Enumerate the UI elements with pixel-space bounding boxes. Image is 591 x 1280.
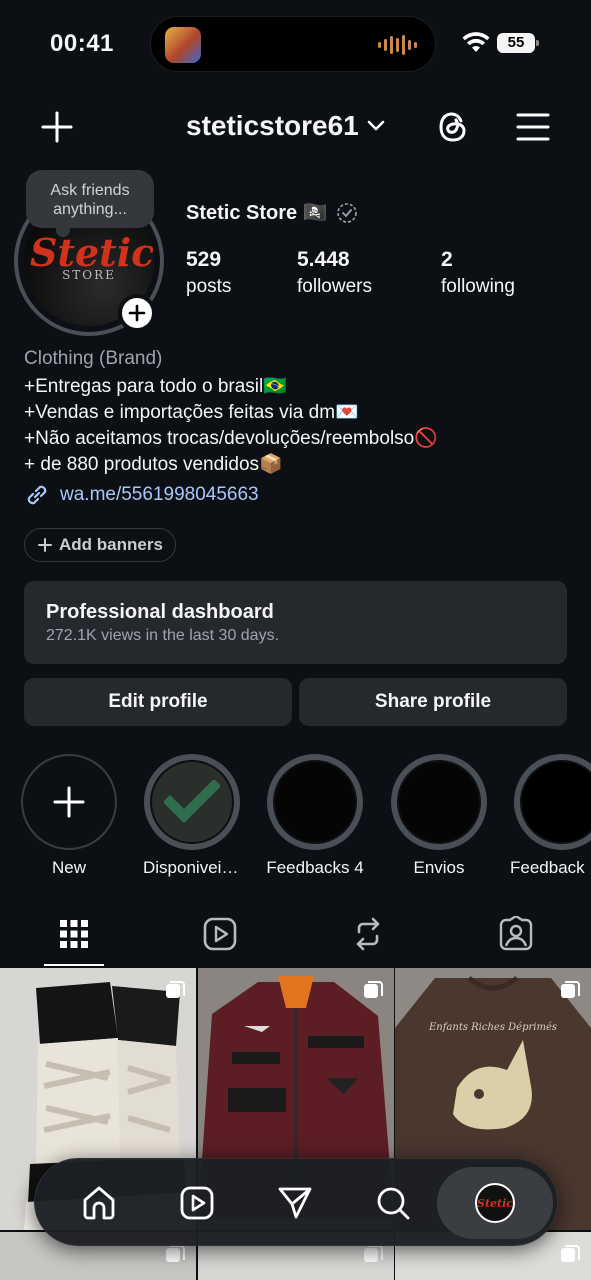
status-time: 00:41 [50, 30, 114, 57]
profile-category: Clothing (Brand) [24, 348, 163, 369]
now-playing-app-icon[interactable] [165, 27, 201, 63]
profile-link[interactable]: wa.me/5561998045663 [24, 482, 259, 508]
avatar-sub: STORE [62, 268, 116, 282]
multi-post-icon [364, 1245, 383, 1262]
tab-tagged[interactable] [496, 914, 536, 954]
dynamic-island[interactable] [150, 16, 436, 72]
wifi-icon [462, 32, 490, 52]
highlight-cover [399, 762, 479, 842]
threads-icon[interactable] [434, 108, 472, 146]
stat-posts[interactable]: 529 posts [186, 248, 231, 298]
highlight-ring [514, 754, 591, 850]
highlight-label: Feedbacks 4 [266, 858, 364, 877]
multi-post-icon [166, 1245, 185, 1262]
plus-icon [53, 786, 85, 818]
stat-value: 2 [441, 248, 453, 271]
share-profile-button[interactable]: Share profile [299, 678, 567, 726]
multi-post-icon [561, 1245, 580, 1262]
plus-icon [128, 304, 146, 322]
highlight-label: New [51, 858, 86, 877]
multi-post-icon [561, 981, 580, 998]
bottom-nav: Stetic [34, 1158, 558, 1246]
professional-dashboard[interactable]: Professional dashboard 272.1K views in t… [24, 581, 567, 664]
highlight-new[interactable]: New [20, 754, 118, 878]
direct-icon [278, 1187, 312, 1219]
highlight-envios[interactable]: Envios [390, 754, 488, 878]
highlight-label: Envios [413, 858, 465, 877]
nav-reels[interactable] [173, 1179, 221, 1227]
highlight-label: Feedback [510, 858, 585, 877]
post-print-text: Enfants Riches Déprimés [428, 1022, 557, 1033]
plus-icon [38, 538, 52, 552]
stat-label: followers [297, 276, 372, 297]
link-text: wa.me/5561998045663 [60, 484, 259, 505]
highlight-ring [391, 754, 487, 850]
highlight-cover [522, 762, 591, 842]
highlight-label: Disponiveis... [143, 858, 241, 877]
reposts-icon [356, 917, 380, 951]
nav-direct[interactable] [271, 1179, 319, 1227]
highlight-ring [144, 754, 240, 850]
tab-underline [44, 964, 104, 966]
profile-avatar: Stetic [475, 1183, 515, 1223]
multi-post-icon [364, 981, 383, 998]
note-bubble[interactable]: Ask friends anything... [26, 170, 154, 237]
create-plus-icon[interactable] [40, 110, 74, 144]
audio-wave-icon [378, 35, 417, 55]
stat-label: following [441, 276, 515, 297]
stat-value: 5.448 [297, 248, 350, 271]
menu-icon[interactable] [516, 112, 550, 142]
edit-profile-button[interactable]: Edit profile [24, 678, 292, 726]
verified-pending-icon[interactable] [336, 202, 358, 224]
username: steticstore61 [186, 110, 359, 141]
bio-line: +Vendas e importações feitas via dm💌 [24, 402, 359, 423]
stat-label: posts [186, 276, 232, 297]
battery-indicator: 55 [497, 33, 539, 53]
display-name: Stetic Store 🏴‍☠️ [186, 202, 328, 224]
stat-value: 529 [186, 248, 222, 271]
tab-reels[interactable] [200, 914, 240, 954]
account-switcher[interactable]: steticstore61 [186, 110, 385, 142]
highlight-ring [21, 754, 117, 850]
highlight-disponiveis[interactable]: Disponiveis... [143, 754, 241, 878]
bio-line: +Não aceitamos trocas/devoluções/reembol… [24, 428, 438, 449]
home-icon [83, 1186, 115, 1220]
highlight-ring [267, 754, 363, 850]
stat-following[interactable]: 2 following [441, 248, 515, 298]
highlight-feedback[interactable]: Feedback [510, 754, 591, 878]
tab-grid[interactable] [54, 914, 94, 954]
highlight-cover [152, 762, 232, 842]
chevron-down-icon [367, 120, 385, 131]
add-banners-label: Add banners [59, 535, 163, 554]
dashboard-title: Professional dashboard [46, 601, 274, 623]
highlight-feedbacks-4[interactable]: Feedbacks 4 [266, 754, 364, 878]
link-icon [27, 485, 47, 505]
display-name-row: Stetic Store 🏴‍☠️ [186, 200, 358, 225]
checkmark-icon [164, 780, 220, 824]
nav-search[interactable] [369, 1179, 417, 1227]
nav-home[interactable] [75, 1179, 123, 1227]
add-story-button[interactable] [118, 294, 156, 332]
reels-icon [203, 917, 237, 951]
bio-line: +Entregas para todo o brasil🇧🇷 [24, 376, 287, 397]
nav-profile[interactable]: Stetic [471, 1179, 519, 1227]
grid-icon [60, 920, 88, 948]
tab-reposts[interactable] [348, 914, 388, 954]
tagged-icon [499, 916, 533, 951]
search-icon [377, 1187, 410, 1220]
reels-icon [180, 1186, 214, 1220]
add-banners-button[interactable]: Add banners [24, 528, 176, 562]
dashboard-subtitle: 272.1K views in the last 30 days. [46, 627, 280, 644]
bio-line: + de 880 produtos vendidos📦 [24, 454, 283, 475]
multi-post-icon [166, 981, 185, 998]
stat-followers[interactable]: 5.448 followers [297, 248, 372, 298]
highlight-cover [275, 762, 355, 842]
